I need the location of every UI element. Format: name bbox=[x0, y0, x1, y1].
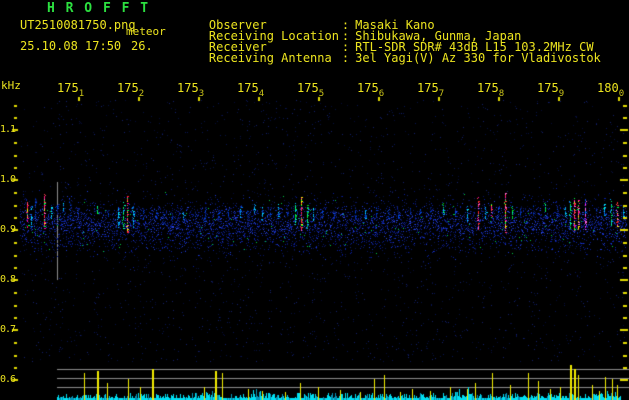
station-name: meteor bbox=[126, 25, 166, 38]
freq-tick-label-0p9: 0.9 bbox=[0, 224, 16, 235]
time-tick-label-1759: 1759 bbox=[537, 81, 565, 99]
info-value: 3el Yagi(V) Az 330 for Vladivostok bbox=[355, 51, 601, 65]
datetime-text: 25.10.08 17:50 bbox=[20, 39, 122, 53]
time-tick-label-1752: 1752 bbox=[117, 81, 145, 99]
time-tick-label-1755: 1755 bbox=[297, 81, 325, 99]
info-colon: : bbox=[341, 51, 350, 65]
time-tick-label-1751: 1751 bbox=[57, 81, 85, 99]
info-row-antenna: Receiving Antenna:3el Yagi(V) Az 330 for… bbox=[180, 40, 601, 76]
hrofft-screen: H R O F F T UT2510081750.png meteor 25.1… bbox=[0, 0, 629, 400]
time-tick-label-1756: 1756 bbox=[357, 81, 385, 99]
noise-counter: 26. bbox=[131, 39, 153, 53]
filename-text: UT2510081750.png bbox=[20, 18, 136, 32]
time-tick-label-1758: 1758 bbox=[477, 81, 505, 99]
time-tick-label-1757: 1757 bbox=[417, 81, 445, 99]
freq-tick-label-1p0: 1.0 bbox=[0, 174, 16, 185]
freq-tick-label-0p6: 0.6 bbox=[0, 374, 16, 385]
time-tick-label-1753: 1753 bbox=[177, 81, 205, 99]
time-tick-label-1754: 1754 bbox=[237, 81, 265, 99]
time-tick-label-1800: 1800 bbox=[597, 81, 625, 99]
info-label: Receiving Antenna bbox=[208, 51, 332, 65]
freq-tick-label-0p7: 0.7 bbox=[0, 324, 16, 335]
freq-tick-label-0p8: 0.8 bbox=[0, 274, 16, 285]
app-title: H R O F F T bbox=[47, 1, 150, 16]
freq-tick-label-1p1: 1.1 bbox=[0, 124, 16, 135]
freq-unit-label: kHz bbox=[1, 79, 21, 92]
